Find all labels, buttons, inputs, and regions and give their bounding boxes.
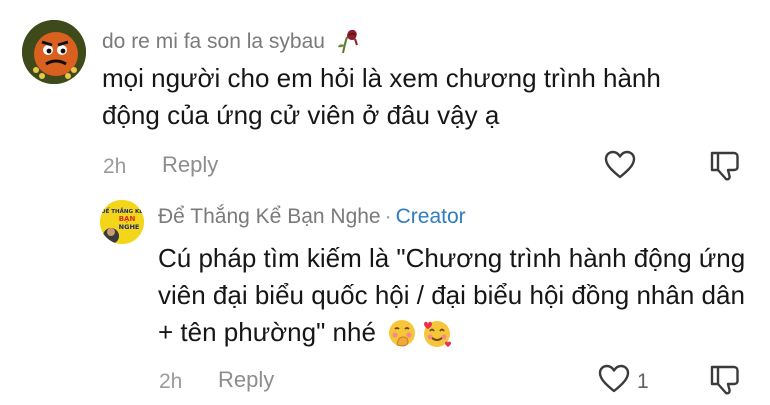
comment-text: mọi người cho em hỏi là xem chương trình… [102, 63, 661, 130]
commenter-avatar-image [22, 20, 86, 84]
creator-avatar[interactable]: ĐỂ THẮNG KỂ BẠN NGHE [100, 200, 144, 244]
thumbs-down-icon [710, 151, 739, 181]
heart-outline-icon [598, 364, 630, 393]
comment-reply-button[interactable]: Reply [162, 152, 218, 178]
reply-reply-button[interactable]: Reply [218, 367, 274, 393]
reply-like-count: 1 [637, 370, 649, 393]
creator-badge: Creator [395, 205, 466, 228]
comment-dislike-button[interactable] [708, 150, 742, 187]
commenter-avatar[interactable] [22, 20, 86, 84]
reply-timestamp: 2h [159, 370, 183, 393]
face-with-hand-over-mouth-icon [387, 318, 417, 358]
comment-like-button[interactable] [604, 150, 636, 185]
wilted-rose-icon [335, 27, 361, 61]
commenter-username[interactable]: do re mi fa son la sybau [102, 27, 361, 61]
creator-username[interactable]: Để Thắng Kể Bạn Nghe [158, 205, 381, 228]
reply-like-button[interactable] [598, 364, 630, 399]
commenter-username-text: do re mi fa son la sybau [102, 30, 325, 53]
avatar-text-line1: ĐỂ THẮNG KỂ [101, 207, 143, 215]
thumbs-down-icon [710, 365, 739, 395]
reply-dislike-button[interactable] [708, 364, 742, 401]
heart-outline-icon [604, 150, 636, 179]
creator-username-line: Để Thắng Kể Bạn Nghe · Creator [158, 205, 466, 229]
comment-timestamp: 2h [103, 155, 127, 178]
separator-dot: · [384, 205, 392, 228]
smiling-face-with-hearts-icon [421, 318, 453, 358]
creator-avatar-image: ĐỂ THẮNG KỂ BẠN NGHE [100, 200, 144, 244]
avatar-text-line3: NGHE [119, 223, 140, 231]
reply-text-block: Cú pháp tìm kiếm là "Chương trình hành đ… [158, 240, 758, 358]
avatar-text-line2: BẠN [119, 215, 136, 223]
